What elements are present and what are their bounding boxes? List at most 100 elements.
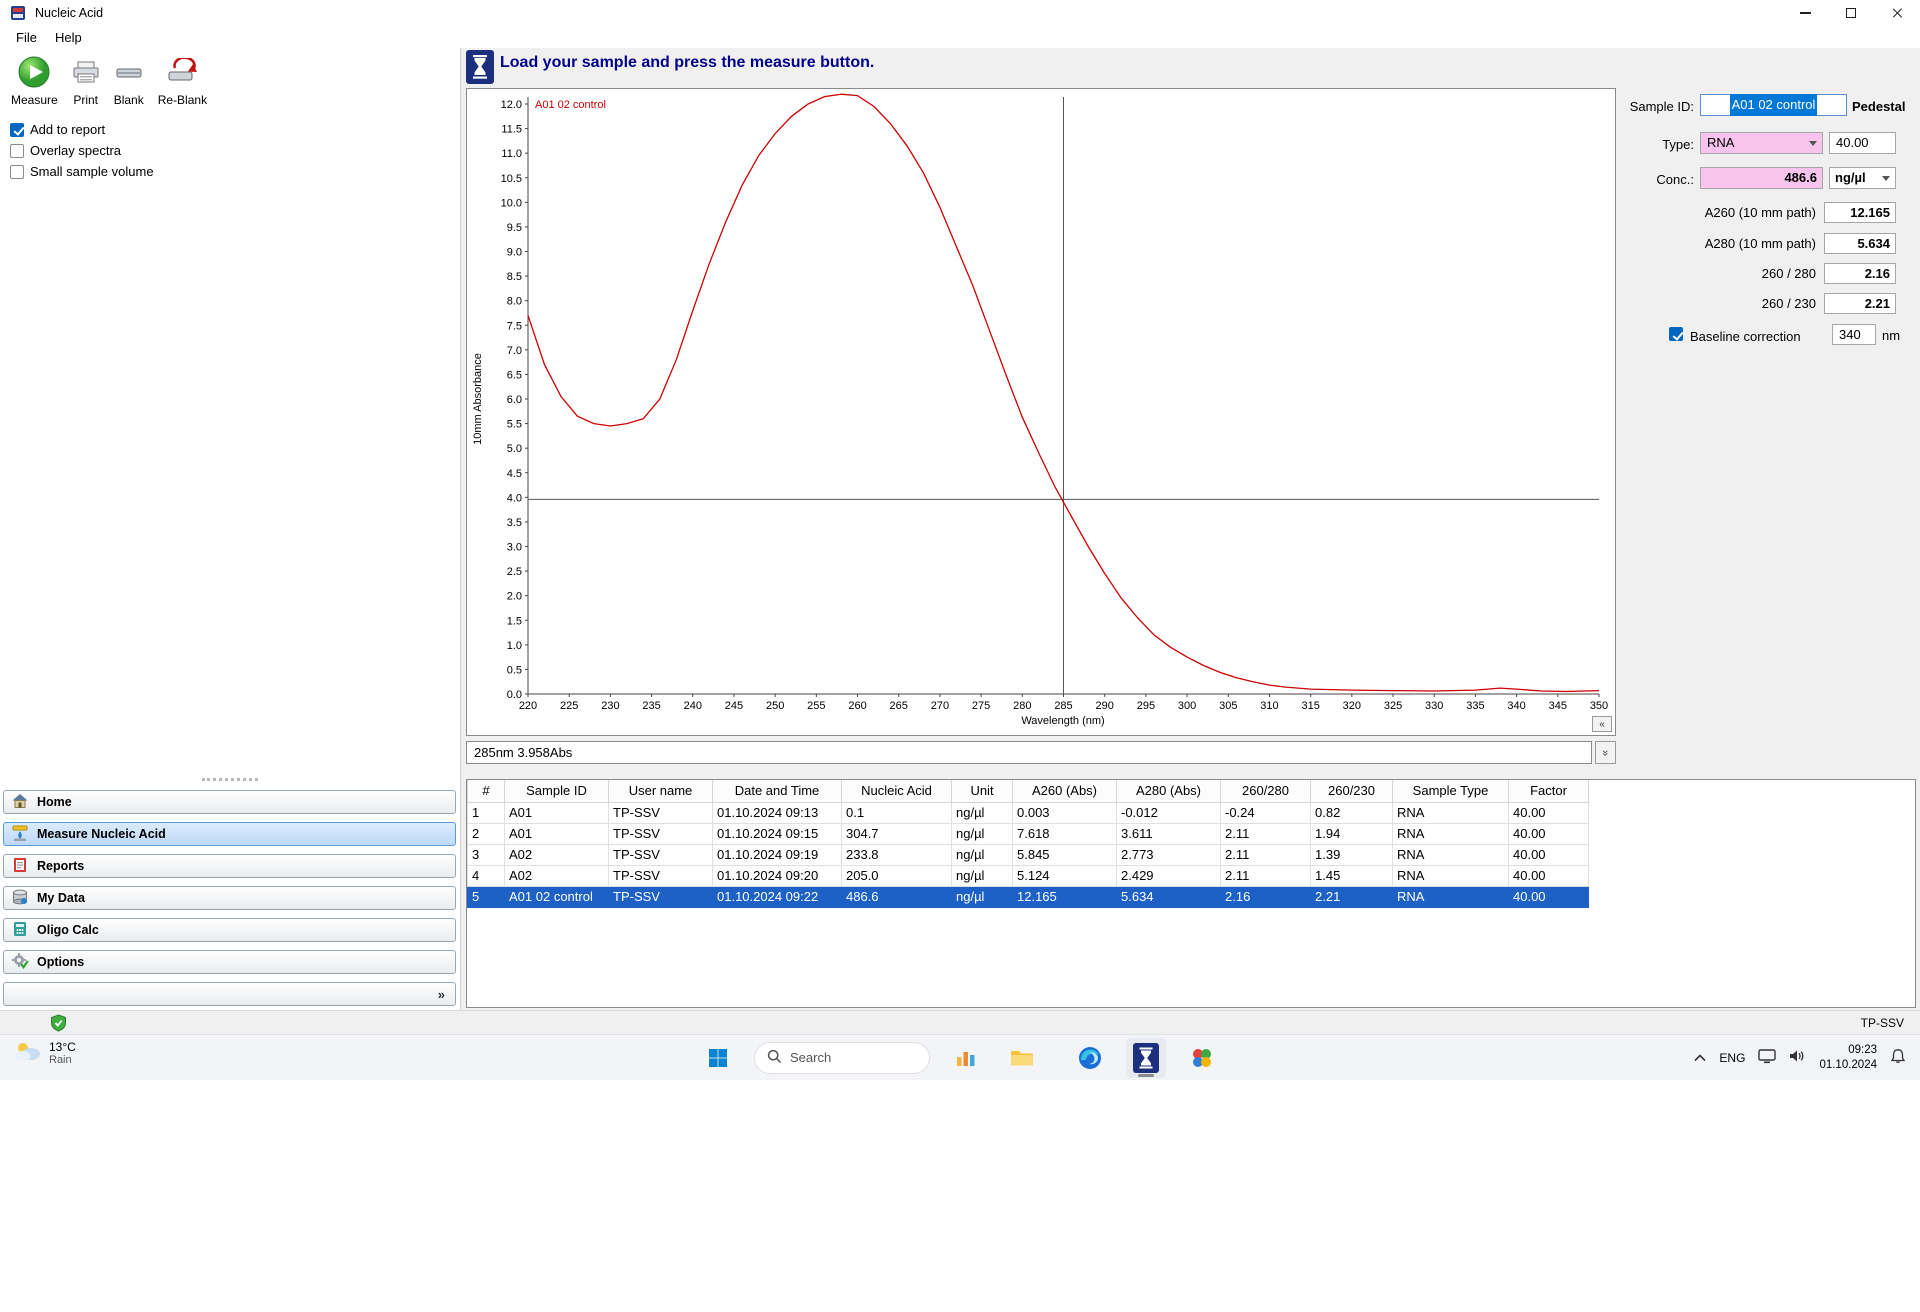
checkbox-label: Overlay spectra [30, 143, 122, 158]
taskbar-app-file-explorer[interactable] [1002, 1038, 1042, 1078]
table-cell: 486.6 [841, 885, 952, 908]
blank-button[interactable]: Blank [109, 52, 149, 109]
spectrum-chart[interactable]: A01 02 control Wavelength (nm) 10mm Abso… [466, 88, 1616, 736]
svg-text:2.0: 2.0 [507, 591, 522, 603]
taskbar-app-colorful[interactable] [1182, 1038, 1222, 1078]
column-header[interactable]: 260/280 [1220, 780, 1311, 803]
sidebar-item-home[interactable]: Home [3, 790, 456, 814]
cursor-readout: 285nm 3.958Abs [466, 741, 1592, 764]
table-cell: 3 [467, 843, 505, 866]
close-button[interactable] [1874, 0, 1920, 26]
table-cell: 1 [467, 801, 505, 824]
checkbox-label: Small sample volume [30, 164, 154, 179]
svg-text:230: 230 [601, 700, 619, 712]
minimize-button[interactable] [1782, 0, 1828, 26]
svg-text:300: 300 [1178, 700, 1196, 712]
column-header[interactable]: A280 (Abs) [1116, 780, 1221, 803]
sidebar-item-label: My Data [37, 891, 85, 905]
clock-widget[interactable]: 09:23 01.10.2024 [1819, 1043, 1877, 1073]
sidebar-item-my-data[interactable]: My Data [3, 886, 456, 910]
language-indicator[interactable]: ENG [1719, 1051, 1745, 1065]
table-row[interactable]: 2 A01 TP-SSV 01.10.2024 09:15 304.7 ng/µl 7.61… [467, 822, 1589, 845]
nucleic-acid-app-icon [1133, 1042, 1159, 1073]
reblank-button-label: Re-Blank [157, 93, 208, 107]
sidebar-item-options[interactable]: Options [3, 950, 456, 974]
checkbox-small-sample-volume[interactable]: Small sample volume [10, 164, 154, 179]
svg-text:7.5: 7.5 [507, 320, 522, 332]
ratio-260-280-label: 260 / 280 [1761, 266, 1816, 281]
baseline-correction-checkbox[interactable] [1669, 327, 1683, 341]
sidebar-item-reports[interactable]: Reports [3, 854, 456, 878]
column-header[interactable]: # [467, 780, 505, 803]
reblank-button[interactable]: Re-Blank [153, 52, 212, 109]
column-header[interactable]: Nucleic Acid [841, 780, 952, 803]
table-cell: 7.618 [1012, 822, 1117, 845]
column-header[interactable]: Unit [951, 780, 1013, 803]
column-header[interactable]: A260 (Abs) [1012, 780, 1117, 803]
nav-gripper-handle[interactable] [201, 778, 258, 782]
svg-text:345: 345 [1549, 700, 1567, 712]
bar-chart-app-icon [957, 1051, 975, 1066]
table-cell: 1.45 [1310, 864, 1393, 887]
unit-dropdown[interactable]: ng/µl [1829, 167, 1896, 189]
checkbox-icon [10, 122, 24, 137]
folder-icon [1011, 1050, 1033, 1065]
table-row[interactable]: 1 A01 TP-SSV 01.10.2024 09:13 0.1 ng/µl 0.003-… [467, 801, 1589, 824]
taskbar-search-box[interactable]: Search [754, 1041, 930, 1074]
sidebar-item-oligo-calc[interactable]: Oligo Calc [3, 918, 456, 942]
svg-text:1.0: 1.0 [507, 640, 522, 652]
options-icon [11, 952, 29, 973]
checkbox-add-to-report[interactable]: Add to report [10, 122, 154, 137]
svg-text:3.0: 3.0 [507, 542, 522, 554]
menu-file[interactable]: File [7, 28, 46, 47]
column-header[interactable]: Sample Type [1392, 780, 1509, 803]
start-button[interactable] [698, 1038, 738, 1078]
column-header[interactable]: Factor [1508, 780, 1589, 803]
table-cell: A01 [504, 822, 609, 845]
sidebar-collapse-bar[interactable]: » [3, 982, 456, 1006]
taskbar-app-widgets[interactable] [946, 1038, 986, 1078]
notification-bell-icon[interactable] [1890, 1048, 1906, 1067]
taskbar-app-edge[interactable] [1070, 1038, 1110, 1078]
table-row[interactable]: 5 A01 02 control TP-SSV 01.10.2024 09:22 486… [467, 885, 1589, 908]
column-header[interactable]: Sample ID [504, 780, 609, 803]
type-dropdown[interactable]: RNA [1700, 132, 1823, 154]
measure-button-label: Measure [11, 93, 58, 107]
svg-text:1.5: 1.5 [507, 615, 522, 627]
edge-browser-icon [1079, 1046, 1101, 1069]
print-button[interactable]: Print [67, 52, 105, 109]
factor-input[interactable]: 40.00 [1829, 132, 1896, 154]
baseline-unit-label: nm [1882, 328, 1901, 343]
chart-collapse-button[interactable]: « [1592, 716, 1612, 732]
sidebar-item-measure-nucleic-acid[interactable]: Measure Nucleic Acid [3, 822, 456, 846]
table-cell: 40.00 [1508, 885, 1589, 908]
table-row[interactable]: 4 A02 TP-SSV 01.10.2024 09:20 205.0 ng/µl 5.12… [467, 864, 1589, 887]
svg-text:270: 270 [931, 700, 949, 712]
svg-text:8.0: 8.0 [507, 296, 522, 308]
measure-button[interactable]: Measure [6, 52, 63, 109]
status-message: Load your sample and press the measure b… [500, 54, 875, 71]
sidebar-nav: Home Measure Nucleic Acid Reports My Dat… [3, 778, 456, 1006]
column-header[interactable]: User name [608, 780, 713, 803]
sample-id-input[interactable]: A01 02 control [1700, 94, 1847, 116]
maximize-button[interactable] [1828, 0, 1874, 26]
table-cell: ng/µl [951, 822, 1013, 845]
a280-label: A280 (10 mm path) [1704, 236, 1816, 251]
column-header[interactable]: 260/230 [1310, 780, 1393, 803]
table-cell: -0.012 [1116, 801, 1221, 824]
readout-collapse-button[interactable]: » [1595, 741, 1616, 764]
baseline-wavelength-input[interactable]: 340 [1832, 324, 1876, 345]
checkbox-overlay-spectra[interactable]: Overlay spectra [10, 143, 154, 158]
app-icon [10, 5, 26, 21]
menu-help[interactable]: Help [46, 28, 91, 47]
table-row[interactable]: 3 A02 TP-SSV 01.10.2024 09:19 233.8 ng/µl 5.84… [467, 843, 1589, 866]
weather-widget[interactable]: 13°C Rain [14, 1040, 76, 1068]
display-cast-icon[interactable] [1758, 1048, 1777, 1067]
taskbar-app-nucleic-acid-active[interactable] [1126, 1037, 1166, 1078]
sample-id-selected-text: A01 02 control [1729, 94, 1818, 116]
table-cell: TP-SSV [608, 885, 713, 908]
tray-expand-button[interactable] [1694, 1050, 1706, 1065]
volume-icon[interactable] [1789, 1049, 1806, 1066]
table-cell: 40.00 [1508, 864, 1589, 887]
column-header[interactable]: Date and Time [712, 780, 842, 803]
